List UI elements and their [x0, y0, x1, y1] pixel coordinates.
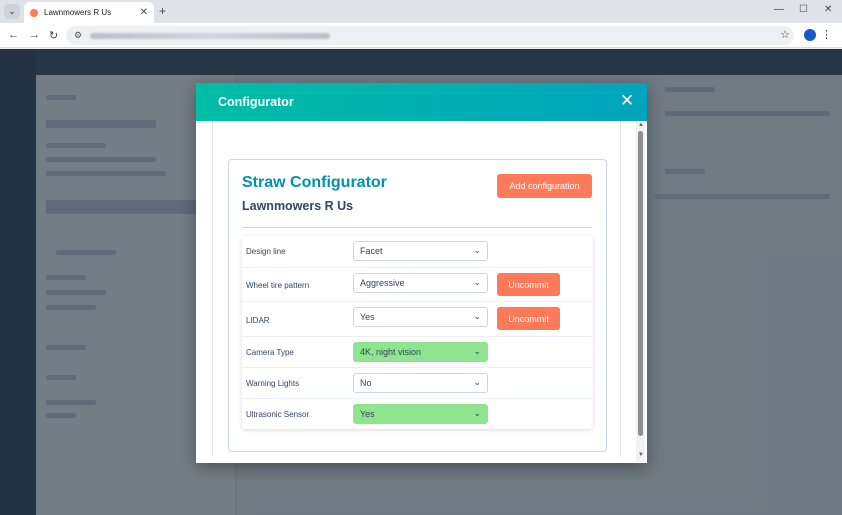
- browser-toolbar: ← → ↻ ⚙ ☆ ⋮: [0, 23, 842, 48]
- browser-tab[interactable]: Lawnmowers R Us ✕: [24, 2, 154, 23]
- address-bar[interactable]: ⚙: [66, 26, 794, 45]
- option-row-warning-lights: Warning Lights No ⌄: [242, 367, 593, 398]
- scroll-down-arrow-icon[interactable]: ▼: [638, 452, 644, 458]
- select-value: Yes: [360, 409, 375, 419]
- browser-tabbar: ⌄ Lawnmowers R Us ✕ + — ☐ ✕: [0, 0, 842, 23]
- tab-title: Lawnmowers R Us: [44, 8, 112, 17]
- configurator-title: Straw Configurator: [242, 174, 387, 191]
- maximize-button[interactable]: ☐: [799, 4, 808, 15]
- wheel-tire-pattern-select[interactable]: Aggressive ⌄: [353, 273, 488, 293]
- chevron-down-icon: ⌄: [473, 346, 481, 356]
- select-value: 4K, night vision: [360, 347, 422, 357]
- options-table: Design line Facet ⌄ Wheel tire pattern A…: [242, 236, 593, 429]
- option-label: LIDAR: [246, 316, 270, 325]
- add-configuration-button[interactable]: Add configuration: [497, 174, 592, 198]
- option-row-wheel-tire-pattern: Wheel tire pattern Aggressive ⌄ Uncommit: [242, 267, 593, 301]
- close-icon[interactable]: ✕: [619, 92, 635, 109]
- warning-lights-select[interactable]: No ⌄: [353, 373, 488, 393]
- hubspot-favicon-icon: [30, 8, 38, 17]
- option-label: Warning Lights: [246, 379, 300, 388]
- modal-title: Configurator: [218, 95, 294, 109]
- option-row-lidar: LIDAR Yes ⌄ Uncommit: [242, 301, 593, 336]
- camera-type-select[interactable]: 4K, night vision ⌄: [353, 342, 488, 362]
- option-label: Ultrasonic Sensor: [246, 410, 310, 419]
- site-settings-icon[interactable]: ⚙: [74, 30, 82, 41]
- chevron-down-icon: ⌄: [473, 277, 481, 287]
- tab-close-icon[interactable]: ✕: [140, 7, 148, 18]
- configurator-subtitle: Lawnmowers R Us: [242, 199, 354, 213]
- uncommit-wheel-tire-pattern-button[interactable]: Uncommit: [497, 273, 560, 296]
- chevron-down-icon: ⌄: [473, 311, 481, 321]
- divider: [242, 227, 592, 228]
- select-value: Facet: [360, 246, 383, 256]
- modal-header: Configurator ✕: [196, 83, 647, 121]
- select-value: Yes: [360, 312, 375, 322]
- uncommit-lidar-button[interactable]: Uncommit: [497, 307, 560, 330]
- reload-icon[interactable]: ↻: [49, 29, 58, 42]
- option-label: Camera Type: [246, 348, 294, 357]
- browser-menu-icon[interactable]: ⋮: [821, 28, 832, 41]
- scroll-up-arrow-icon[interactable]: ▲: [638, 122, 644, 128]
- lidar-select[interactable]: Yes ⌄: [353, 307, 488, 327]
- forward-arrow-icon[interactable]: →: [29, 29, 40, 41]
- chevron-down-icon: ⌄: [473, 408, 481, 418]
- option-row-ultrasonic-sensor: Ultrasonic Sensor Yes ⌄: [242, 398, 593, 429]
- new-tab-button[interactable]: +: [159, 4, 166, 18]
- scrollbar-thumb[interactable]: [638, 131, 643, 436]
- chevron-down-icon: ⌄: [473, 377, 481, 387]
- chevron-down-icon: ⌄: [473, 245, 481, 255]
- minimize-button[interactable]: —: [774, 4, 784, 15]
- select-value: No: [360, 378, 372, 388]
- option-label: Design line: [246, 247, 286, 256]
- tab-search-button[interactable]: ⌄: [4, 4, 20, 19]
- profile-avatar-icon[interactable]: [804, 29, 816, 41]
- design-line-select[interactable]: Facet ⌄: [353, 241, 488, 261]
- select-value: Aggressive: [360, 278, 405, 288]
- bookmark-star-icon[interactable]: ☆: [780, 28, 790, 41]
- ultrasonic-sensor-select[interactable]: Yes ⌄: [353, 404, 488, 424]
- blurred-url: [90, 32, 331, 39]
- window-close-button[interactable]: ✕: [824, 4, 832, 15]
- option-label: Wheel tire pattern: [246, 281, 310, 290]
- option-row-design-line: Design line Facet ⌄: [242, 236, 593, 267]
- back-arrow-icon[interactable]: ←: [8, 29, 19, 41]
- option-row-camera-type: Camera Type 4K, night vision ⌄: [242, 336, 593, 367]
